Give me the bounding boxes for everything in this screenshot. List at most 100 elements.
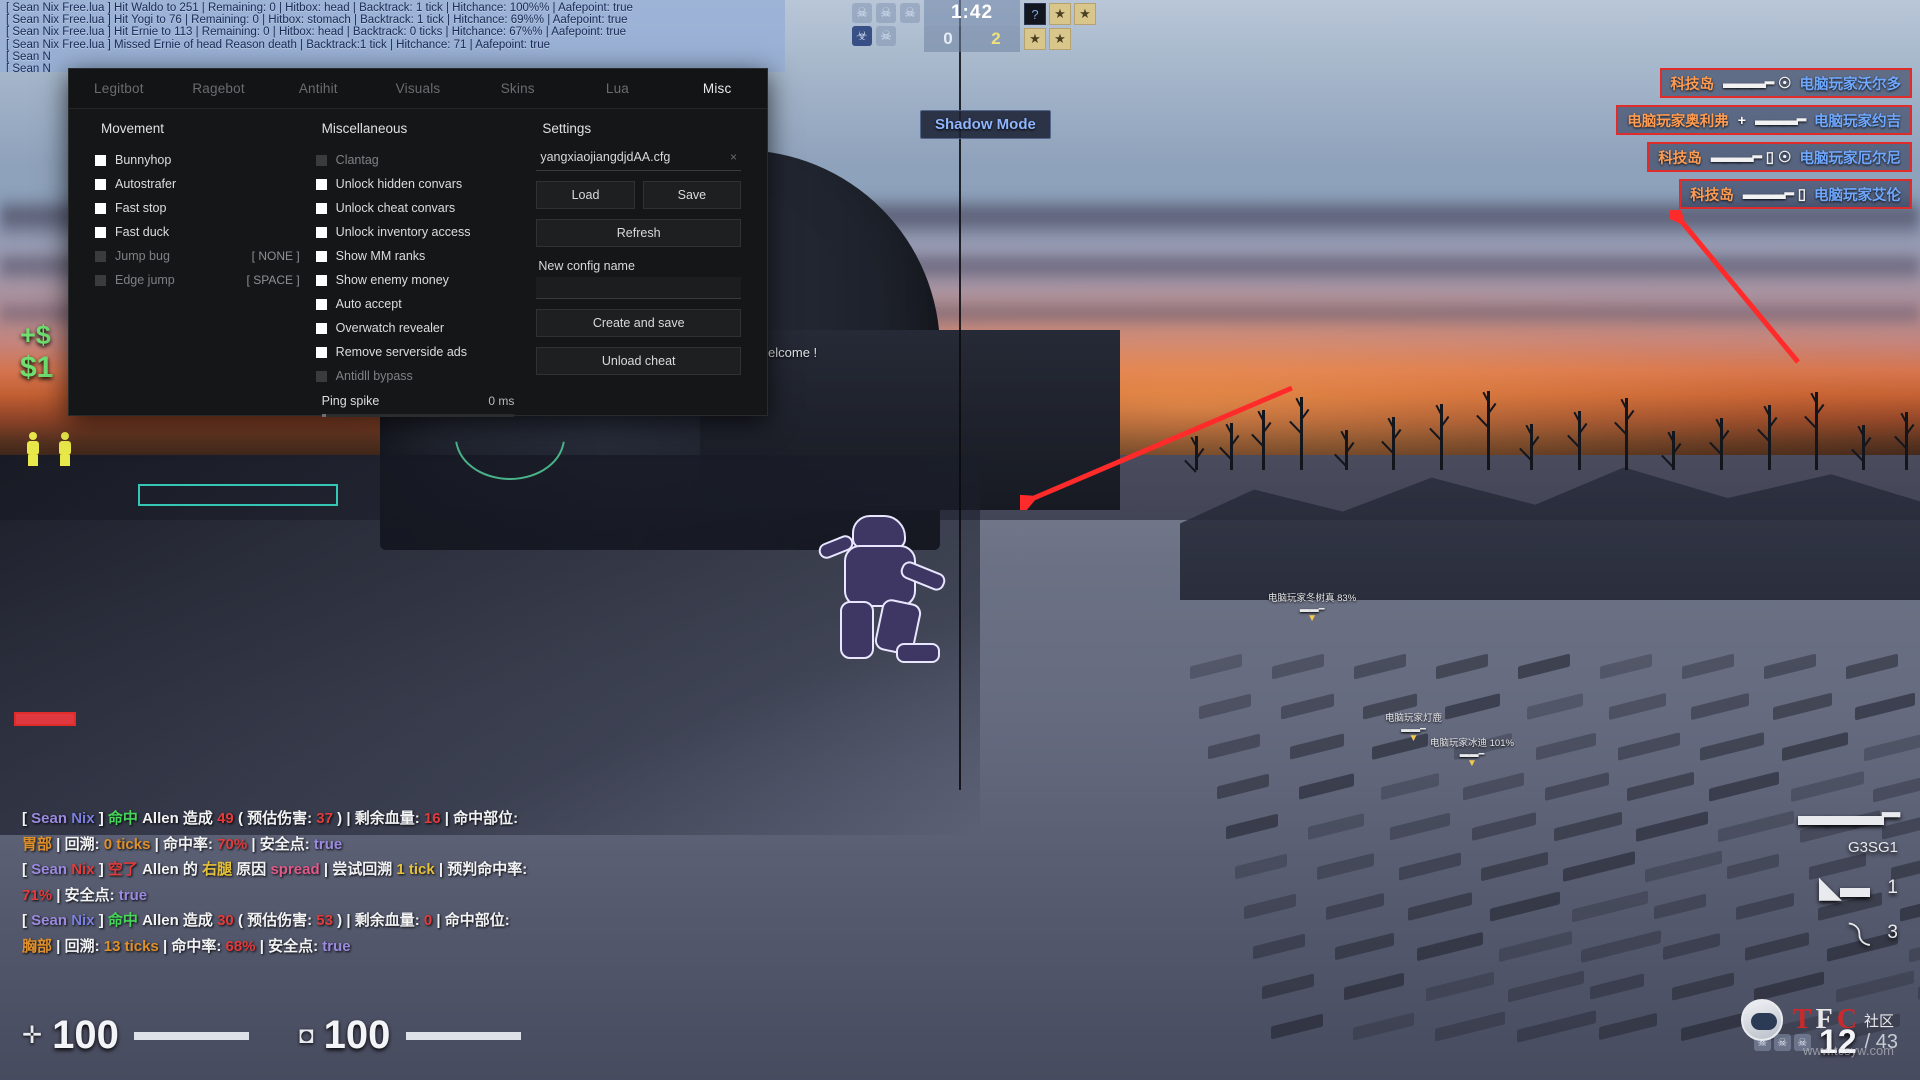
keybind-label[interactable]: [ NONE ]: [252, 249, 300, 263]
hit-log-line: [ Sean Nix ] 命中 Allen 造成 49 ( 预估伤害: 37 )…: [22, 806, 662, 832]
hit-log-segment: Nix: [71, 912, 95, 929]
checkbox-icon[interactable]: [315, 346, 327, 358]
checkbox-icon[interactable]: [315, 250, 327, 262]
option-bunnyhop[interactable]: Bunnyhop: [95, 148, 300, 172]
option-show-mm-ranks[interactable]: Show MM ranks: [315, 244, 521, 268]
create-save-row: Create and save: [536, 309, 742, 337]
checkbox-icon[interactable]: [315, 226, 327, 238]
knife-slot-number: 3: [1887, 921, 1898, 943]
option-unlock-cheat-convars[interactable]: Unlock cheat convars: [315, 196, 521, 220]
checkbox-icon[interactable]: [315, 322, 327, 334]
hit-log-segment: 预判命中率:: [447, 861, 528, 878]
armor-value: 100: [323, 1013, 391, 1057]
skull-row: ☠ ☠ ☠: [852, 3, 920, 23]
new-config-input[interactable]: [536, 277, 742, 299]
option-auto-accept[interactable]: Auto accept: [315, 292, 521, 316]
hit-log-segment: 70%: [217, 835, 248, 853]
checkbox-icon[interactable]: [95, 202, 106, 214]
tab-ragebot[interactable]: Ragebot: [169, 69, 269, 108]
unload-cheat-button[interactable]: Unload cheat: [536, 347, 742, 375]
hit-log-segment: |: [52, 886, 65, 904]
checkbox-icon[interactable]: [315, 178, 327, 190]
slider-track[interactable]: [321, 414, 515, 417]
weapon-icon-group: ▬▬▬━ ▯ ☉: [1711, 148, 1792, 166]
close-icon[interactable]: ×: [730, 150, 737, 164]
checkbox-icon[interactable]: [315, 298, 327, 310]
cheat-menu-window[interactable]: Legitbot Ragebot Antihit Visuals Skins Lua Mis…: [68, 68, 768, 417]
tab-antihit[interactable]: Antihit: [268, 69, 368, 108]
hit-log-line: 胃部 | 回溯: 0 ticks | 命中率: 70% | 安全点: true: [22, 832, 662, 858]
ping-spike-slider[interactable]: Ping spike 0 ms: [316, 394, 521, 417]
option-clantag[interactable]: Clantag: [315, 148, 521, 172]
tab-visuals[interactable]: Visuals: [368, 69, 468, 108]
hit-log-segment: |: [432, 912, 445, 929]
killfeed-attacker: 科技岛: [1658, 150, 1702, 167]
watermark-logo: T F C 社区: [1740, 999, 1894, 1041]
option-autostrafer[interactable]: Autostrafer: [95, 172, 300, 196]
hit-log-segment: ) |: [332, 912, 355, 929]
option-fast-stop[interactable]: Fast stop: [95, 196, 300, 220]
tab-legitbot[interactable]: Legitbot: [69, 69, 169, 108]
player-status-hud: ✛ 100 ◘ 100: [22, 1013, 521, 1058]
primary-weapon-name: G3SG1: [1847, 839, 1898, 856]
tab-lua[interactable]: Lua: [568, 69, 668, 108]
hit-log-segment: 49: [217, 810, 234, 827]
menu-column-settings: Settings yangxiaojiangdjdAA.cfg × Load S…: [528, 121, 749, 417]
option-label: Auto accept: [335, 297, 402, 311]
option-overwatch-revealer[interactable]: Overwatch revealer: [315, 316, 521, 340]
ping-spike-label: Ping spike: [321, 394, 380, 408]
killfeed-victim: 电脑玩家艾伦: [1814, 187, 1901, 204]
keybind-label[interactable]: [ SPACE ]: [247, 273, 300, 287]
menu-column-miscellaneous: Miscellaneous Clantag Unlock hidden conva…: [308, 121, 529, 417]
hit-log-segment: 造成: [182, 810, 218, 827]
option-fast-duck[interactable]: Fast duck: [95, 220, 300, 244]
checkbox-icon[interactable]: [95, 274, 106, 286]
miscellaneous-options[interactable]: Clantag Unlock hidden convars Unlock cheat…: [315, 148, 521, 388]
watermark: T F C 社区 www.tcsyw.com: [1740, 999, 1894, 1058]
tab-misc[interactable]: Misc: [667, 69, 767, 108]
option-jump-bug[interactable]: Jump bug [ NONE ]: [95, 244, 300, 268]
console-line: [ Sean Nix Free.lua ] Hit Waldo to 251 |…: [6, 2, 633, 14]
checkbox-icon[interactable]: [315, 154, 327, 166]
checkbox-icon[interactable]: [315, 370, 327, 382]
money-total: $1: [20, 351, 54, 384]
checkbox-icon[interactable]: [95, 226, 106, 238]
hit-log-segment: (: [233, 810, 248, 827]
option-unlock-hidden-convars[interactable]: Unlock hidden convars: [315, 172, 521, 196]
checkbox-icon[interactable]: [315, 274, 327, 286]
section-title-movement: Movement: [101, 121, 165, 136]
refresh-button[interactable]: Refresh: [536, 219, 742, 247]
option-remove-serverside-ads[interactable]: Remove serverside ads: [315, 340, 521, 364]
load-button[interactable]: Load: [536, 181, 635, 209]
option-label: Clantag: [335, 153, 379, 167]
killfeed-row: 科技岛 ▬▬▬━ ☉ 电脑玩家沃尔多: [1659, 68, 1912, 98]
health-icon: ✛: [22, 1022, 43, 1049]
shadow-mode-badge: Shadow Mode: [920, 110, 1051, 139]
team-scores: 0 2: [924, 26, 1020, 52]
option-label: Edge jump: [115, 273, 175, 287]
hit-log-segment: 0 ticks: [103, 835, 151, 853]
option-unlock-inventory-access[interactable]: Unlock inventory access: [315, 220, 521, 244]
movement-options[interactable]: Bunnyhop Autostrafer Fast stop Fast duck Jum…: [95, 148, 300, 292]
create-and-save-button[interactable]: Create and save: [536, 309, 742, 337]
save-button[interactable]: Save: [642, 181, 742, 209]
checkbox-icon[interactable]: [95, 250, 106, 262]
option-show-enemy-money[interactable]: Show enemy money: [315, 268, 521, 292]
option-antidll-bypass[interactable]: Antidll bypass: [315, 364, 521, 388]
menu-tab-bar[interactable]: Legitbot Ragebot Antihit Visuals Skins Lua Mis…: [69, 69, 767, 109]
hit-log-segment: true: [322, 937, 351, 955]
hit-log-segment: spread: [270, 861, 320, 878]
weapon-icon-group: ▬▬▬━ ▯: [1743, 185, 1806, 203]
watermark-letter-c: C: [1836, 1004, 1857, 1035]
killfeed-victim: 电脑玩家沃尔多: [1799, 76, 1902, 93]
option-edge-jump[interactable]: Edge jump [ SPACE ]: [95, 268, 300, 292]
medal-row: ? ★ ★: [1024, 3, 1096, 25]
tab-skins[interactable]: Skins: [468, 69, 568, 108]
checkbox-icon[interactable]: [95, 154, 106, 166]
config-name-field[interactable]: yangxiaojiangdjdAA.cfg ×: [536, 148, 742, 171]
weapon-icon-group: ▬▬▬━: [1755, 111, 1806, 129]
checkbox-icon[interactable]: [95, 178, 106, 190]
hit-log-segment: [: [22, 861, 32, 878]
hit-log-segment: 命中率:: [162, 835, 218, 853]
checkbox-icon[interactable]: [315, 202, 327, 214]
